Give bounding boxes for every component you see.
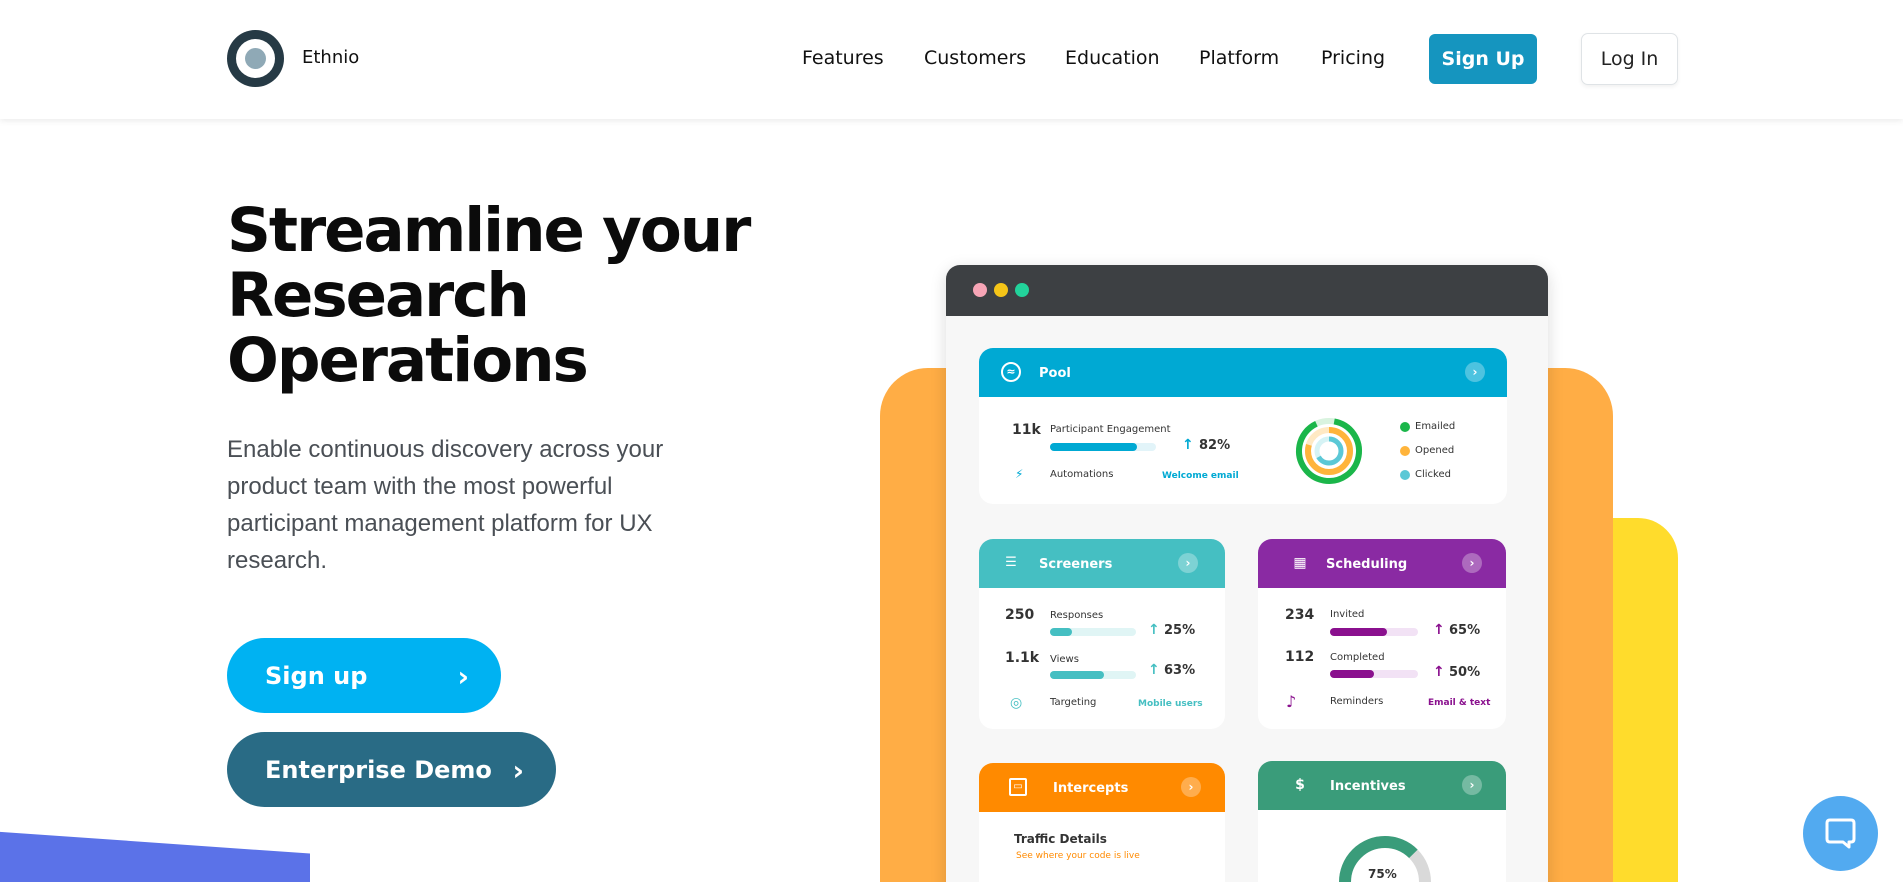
hero-title-line: Research [227,260,530,331]
screeners-card-header: ☰ Screeners › [979,539,1225,588]
completed-fill [1330,670,1374,678]
legend-opened: Opened [1415,445,1455,456]
hero-title-line: Streamline your [227,195,751,266]
intercepts-card-header: ▭ Intercepts › [979,763,1225,812]
legend-clicked-dot [1400,470,1410,480]
nav-education[interactable]: Education [1065,47,1160,69]
screeners-card[interactable]: ☰ Screeners › 250 Responses ↑ 25% 1.1k V… [979,539,1225,729]
scheduling-card-header: ▦ Scheduling › [1258,539,1506,588]
hero-signup-button[interactable]: Sign up › [227,638,501,713]
window-dot-green [1015,283,1029,297]
window-titlebar [946,265,1548,316]
chat-bubble-icon [1825,818,1856,849]
legend-clicked: Clicked [1415,469,1451,480]
automations-link[interactable]: Welcome email [1162,471,1239,481]
arrow-up-icon: ↑ [1433,664,1445,680]
screeners-title: Screeners [1039,557,1113,572]
responses-pct: 25% [1164,623,1196,638]
hero-signup-label: Sign up [265,661,368,690]
dashboard-window: ≈ Pool › 11k Participant Engagement ↑ 82… [946,265,1548,882]
site-header: Ethnio Features Customers Education Plat… [0,0,1903,119]
target-icon: ◎ [1010,695,1023,711]
traffic-title: Traffic Details [1014,832,1107,846]
engagement-fill [1050,443,1137,451]
hero-title-line: Operations [227,325,589,396]
invited-count: 234 [1285,607,1315,623]
logo-dot [245,48,266,69]
targeting-label: Targeting [1050,697,1097,708]
calendar-icon: ▦ [1293,555,1307,571]
legend-emailed-dot [1400,422,1410,432]
pool-count: 11k [1012,422,1041,438]
views-count: 1.1k [1005,650,1040,666]
arrow-up-icon: ↑ [1182,437,1194,453]
nav-features[interactable]: Features [802,47,884,69]
chevron-right-icon[interactable]: › [1181,777,1201,797]
gauge-pct: 75% [1368,867,1397,881]
incentives-card[interactable]: $ Incentives › 75% [1258,761,1506,882]
legend-opened-dot [1400,446,1410,456]
scheduling-title: Scheduling [1326,557,1408,572]
pool-card[interactable]: ≈ Pool › 11k Participant Engagement ↑ 82… [979,348,1507,504]
completed-count: 112 [1285,649,1315,665]
pool-title: Pool [1039,366,1071,381]
hero-subtitle: Enable continuous discovery across your … [227,436,664,574]
chevron-right-icon[interactable]: › [1462,775,1482,795]
chevron-right-icon[interactable]: › [1178,553,1198,573]
header-signup-button[interactable]: Sign Up [1429,34,1537,84]
ethnio-logo[interactable] [227,30,284,87]
chevron-right-icon[interactable]: › [1462,553,1482,573]
window-dot-yellow [994,283,1008,297]
intercepts-title: Intercepts [1053,781,1129,796]
engagement-label: Participant Engagement [1050,424,1171,435]
intercepts-card[interactable]: ▭ Intercepts › Traffic Details See where… [979,763,1225,882]
checklist-icon: ☰ [1005,555,1017,570]
nav-customers[interactable]: Customers [924,47,1026,69]
invited-fill [1330,628,1387,636]
chat-launcher-button[interactable] [1803,796,1878,871]
decorative-wedge [0,830,310,882]
pool-icon: ≈ [1001,362,1021,382]
enterprise-demo-label: Enterprise Demo [265,755,492,784]
automation-bolt-icon: ⚡ [1015,467,1024,481]
views-fill [1050,671,1104,679]
views-pct: 63% [1164,663,1196,678]
invited-pct: 65% [1449,623,1481,638]
chevron-right-icon: › [512,754,524,787]
nav-platform[interactable]: Platform [1199,47,1279,69]
header-login-button[interactable]: Log In [1581,33,1678,85]
reminders-label: Reminders [1330,696,1384,707]
invited-label: Invited [1330,609,1365,620]
arrow-up-icon: ↑ [1148,662,1160,678]
pool-card-header: ≈ Pool › [979,348,1507,397]
arrow-up-icon: ↑ [1433,622,1445,638]
nav-pricing[interactable]: Pricing [1321,47,1385,69]
scheduling-card[interactable]: ▦ Scheduling › 234 Invited ↑ 65% 112 Com… [1258,539,1506,729]
reminders-link[interactable]: Email & text [1428,698,1490,708]
incentives-card-header: $ Incentives › [1258,761,1506,810]
targeting-link[interactable]: Mobile users [1138,699,1203,709]
brand-name[interactable]: Ethnio [302,47,359,68]
responses-fill [1050,628,1072,636]
completed-pct: 50% [1449,665,1481,680]
window-dot-pink [973,283,987,297]
responses-count: 250 [1005,607,1035,623]
hero-title: Streamline your Research Operations [227,198,787,393]
incentives-title: Incentives [1330,779,1406,794]
window-icon: ▭ [1009,778,1027,796]
traffic-subtitle[interactable]: See where your code is live [1016,851,1140,861]
legend-emailed: Emailed [1415,421,1456,432]
views-label: Views [1050,654,1079,665]
enterprise-demo-button[interactable]: Enterprise Demo › [227,732,556,807]
chevron-right-icon[interactable]: › [1465,362,1485,382]
completed-label: Completed [1330,652,1385,663]
engagement-donut [1296,418,1362,484]
automations-label: Automations [1050,469,1114,480]
engagement-pct: 82% [1199,438,1231,453]
bell-icon: ♪ [1286,692,1297,711]
chevron-right-icon: › [457,660,469,693]
responses-label: Responses [1050,610,1104,621]
arrow-up-icon: ↑ [1148,622,1160,638]
money-bag-icon: $ [1295,777,1305,793]
